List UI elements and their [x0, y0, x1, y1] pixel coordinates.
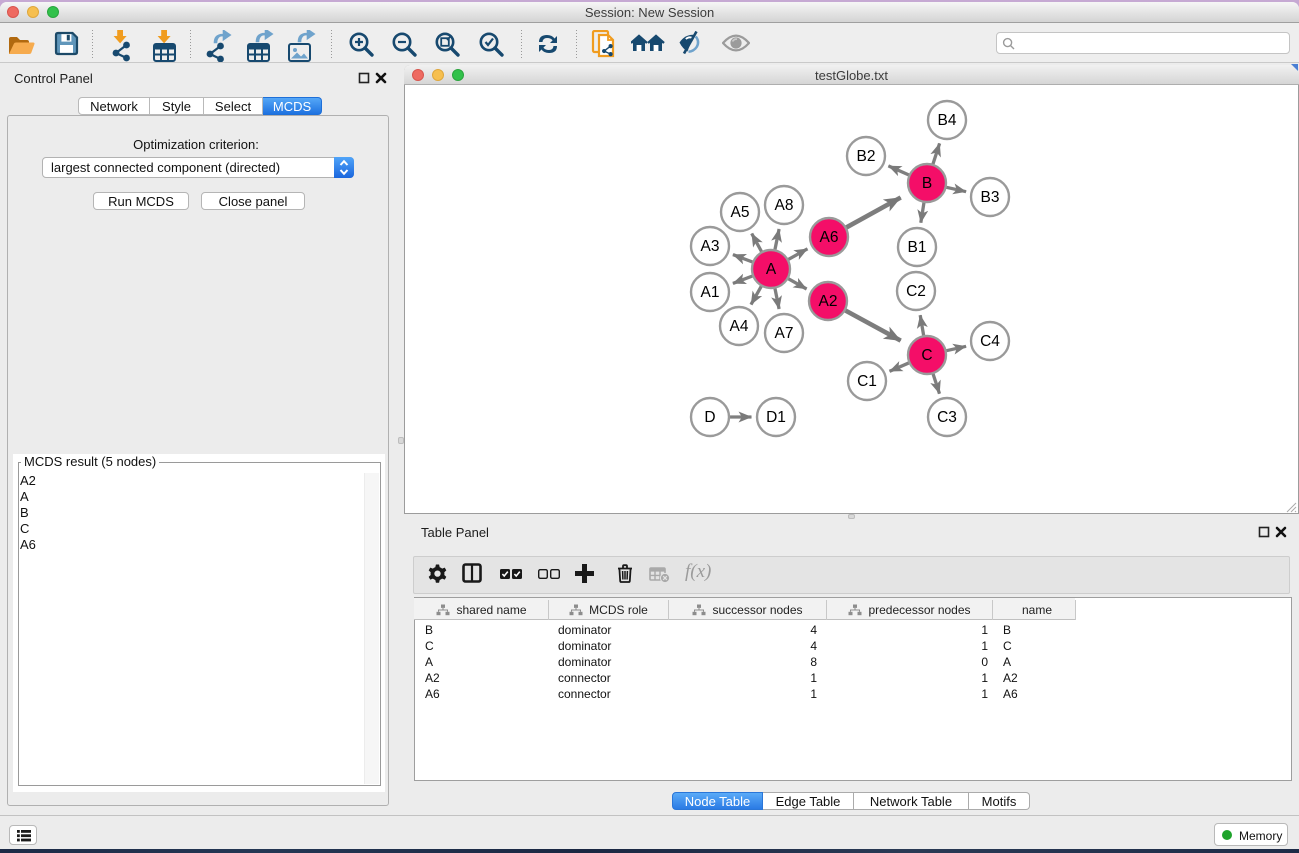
svg-text:A7: A7 [775, 325, 794, 342]
svg-text:D: D [704, 409, 715, 426]
svg-text:A3: A3 [701, 238, 720, 255]
svg-text:B2: B2 [857, 148, 876, 165]
svg-text:A4: A4 [730, 318, 749, 335]
svg-text:A5: A5 [731, 204, 750, 221]
svg-text:B4: B4 [938, 112, 957, 129]
svg-text:A6: A6 [820, 229, 839, 246]
svg-text:A8: A8 [775, 197, 794, 214]
svg-text:B3: B3 [981, 189, 1000, 206]
svg-text:C2: C2 [906, 283, 926, 300]
svg-text:B: B [922, 175, 932, 192]
svg-text:B1: B1 [908, 239, 927, 256]
svg-text:A2: A2 [819, 293, 838, 310]
svg-text:C4: C4 [980, 333, 1000, 350]
svg-text:C3: C3 [937, 409, 957, 426]
svg-text:A1: A1 [701, 284, 720, 301]
svg-text:C1: C1 [857, 373, 877, 390]
svg-text:A: A [766, 261, 777, 278]
svg-text:D1: D1 [766, 409, 786, 426]
svg-text:C: C [921, 347, 932, 364]
